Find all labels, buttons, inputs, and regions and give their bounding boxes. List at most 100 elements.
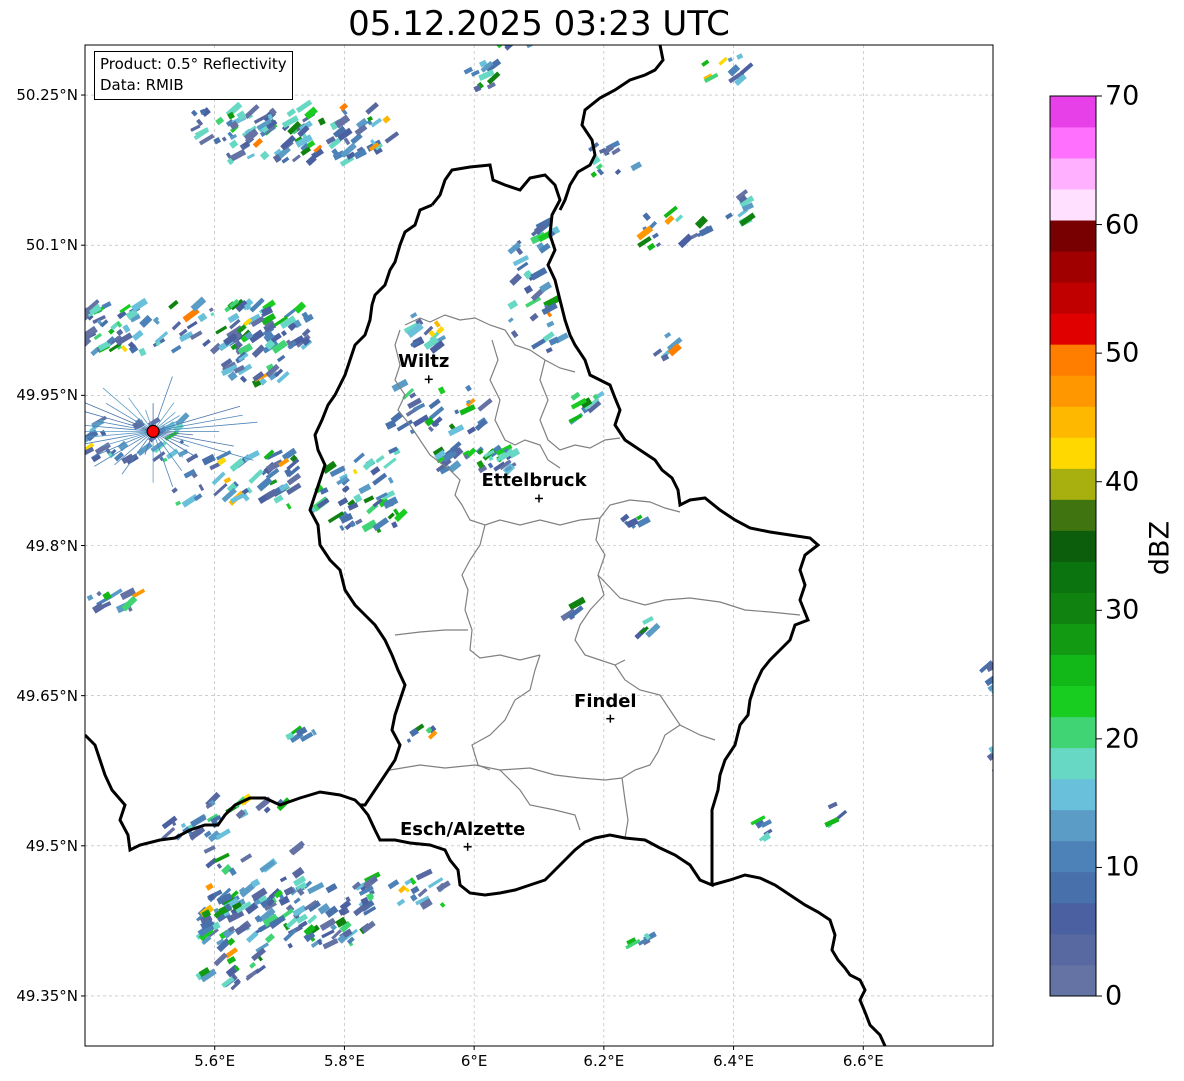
echo-cell	[487, 462, 494, 469]
colorbar-segment	[1050, 933, 1096, 966]
echo-cell	[406, 738, 412, 743]
colorbar-tick-label: 20	[1105, 723, 1140, 755]
echo-spoke	[102, 387, 154, 432]
echo-cell	[317, 117, 326, 126]
echo-cell	[739, 62, 754, 76]
echo-cell	[186, 320, 198, 330]
echo-cell	[86, 594, 94, 601]
echo-cell	[354, 518, 363, 526]
colorbar-segment	[1050, 158, 1096, 190]
echo-cell	[529, 312, 539, 322]
border-germany	[558, 45, 665, 211]
echo-cell	[510, 330, 519, 339]
echo-cell	[636, 514, 643, 521]
echo-cell	[337, 497, 349, 507]
colorbar-segment	[1050, 871, 1096, 904]
echo-cell	[986, 748, 993, 762]
echo-cell	[523, 284, 534, 294]
echo-cell	[286, 502, 292, 510]
city-marker	[424, 375, 433, 384]
border-luxembourg	[308, 203, 433, 807]
echo-cell	[350, 132, 363, 145]
lat-label: 49.35°N	[16, 986, 78, 1005]
border-luxembourg	[358, 163, 821, 897]
echo-cell	[171, 321, 182, 331]
echo-cell	[249, 961, 257, 969]
echo-cell	[215, 116, 225, 126]
echo-cell	[246, 931, 259, 944]
echo-cell	[122, 324, 131, 334]
echo-cell	[248, 468, 264, 484]
colorbar-segment	[1050, 530, 1096, 562]
echo-cell	[339, 524, 345, 532]
product-text: Product: 0.5° Reflectivity	[100, 55, 287, 73]
echo-cell	[286, 108, 297, 118]
echo-cell	[263, 806, 271, 814]
echo-cell	[252, 137, 263, 148]
echo-cell	[131, 297, 149, 313]
echo-cell	[213, 483, 228, 497]
echo-cell	[630, 161, 643, 172]
echo-cell	[509, 273, 523, 286]
colorbar	[1049, 95, 1102, 997]
city-label: Wiltz	[398, 351, 450, 373]
colorbar-segment	[1050, 964, 1096, 997]
echo-cell	[208, 307, 214, 313]
echo-cell	[384, 131, 400, 144]
colorbar-segment	[1050, 809, 1096, 842]
echo-cell	[595, 163, 603, 171]
echo-cell	[524, 45, 543, 49]
echo-cell	[523, 33, 533, 42]
echo-cell	[92, 602, 105, 614]
colorbar-tick-label: 30	[1105, 594, 1140, 626]
echo-cell	[280, 330, 288, 337]
echo-cell	[213, 952, 228, 967]
echo-cell	[281, 156, 290, 164]
echo-cell	[375, 455, 385, 464]
data-source-text: Data: RMIB	[100, 76, 184, 94]
echo-cell	[363, 495, 375, 504]
echo-cell	[415, 868, 433, 881]
echo-cell	[246, 153, 256, 160]
colorbar-segment	[1050, 96, 1096, 128]
colorbar-tick-label: 50	[1105, 337, 1140, 369]
radar-map	[63, 33, 1102, 1050]
echo-cell	[139, 314, 153, 328]
echo-cell	[387, 879, 400, 890]
colorbar-segment	[1050, 375, 1096, 407]
echo-cell	[694, 215, 708, 229]
echo-cell	[570, 391, 581, 401]
echo-cell	[652, 348, 663, 357]
echo-cell	[437, 386, 446, 395]
echo-cell	[428, 398, 441, 410]
colorbar-segment	[1050, 189, 1096, 221]
echo-cell	[221, 136, 227, 142]
lat-label: 50.25°N	[16, 86, 78, 105]
info-box: Product: 0.5° Reflectivity Data: RMIB	[94, 51, 293, 100]
city-marker	[535, 494, 543, 503]
echo-cell	[677, 233, 693, 249]
echo-cell	[75, 447, 84, 455]
echo-cell	[391, 521, 398, 529]
echo-cell	[370, 466, 381, 476]
echo-cell	[352, 468, 358, 475]
echo-cell	[190, 124, 201, 132]
echo-cell	[358, 483, 372, 495]
echo-cell	[64, 419, 76, 430]
echo-cell	[63, 441, 76, 451]
lon-label: 6°E	[460, 1052, 488, 1070]
echo-cell	[664, 331, 672, 339]
colorbar-segment	[1050, 654, 1096, 687]
echo-cell	[531, 338, 546, 350]
echo-cell	[279, 876, 288, 883]
echo-cell	[101, 301, 112, 310]
echo-cell	[180, 822, 187, 829]
echo-cell	[132, 329, 144, 341]
lon-label: 6.6°E	[842, 1052, 884, 1070]
echo-cell	[568, 413, 583, 424]
echo-cell	[293, 301, 307, 314]
echo-cell	[203, 845, 216, 854]
lat-label: 49.65°N	[16, 686, 78, 705]
echo-cell	[516, 36, 526, 44]
colorbar-tick-label: 40	[1105, 466, 1140, 498]
